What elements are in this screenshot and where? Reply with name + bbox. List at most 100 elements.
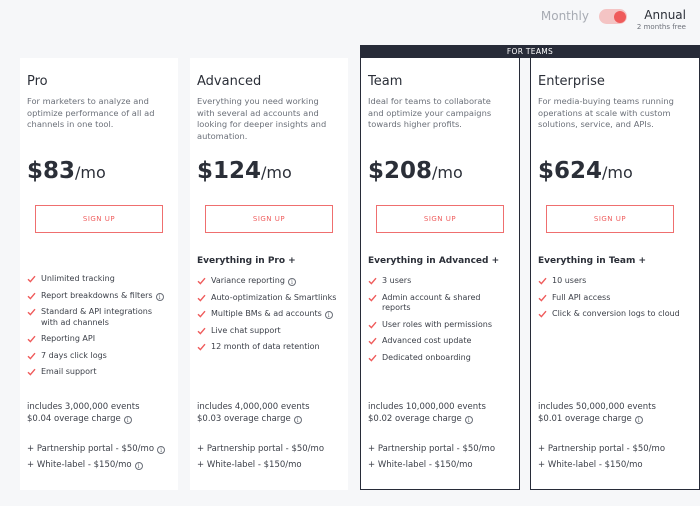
feature-label: 7 days click logs (41, 350, 107, 360)
included-events: includes 10,000,000 events (368, 402, 486, 412)
plan-card-enterprise: Enterprise For media-buying teams running… (530, 58, 700, 490)
plan-description: Ideal for teams to collaborate and optim… (368, 96, 492, 129)
feature-text: Unlimited tracking (41, 274, 115, 285)
feature-item: 10 users (538, 276, 691, 287)
annual-label[interactable]: Annual (644, 8, 686, 22)
overage-charge: $0.02 overage charge i (368, 413, 486, 425)
feature-label: 10 users (552, 276, 587, 285)
events-block: includes 4,000,000 events $0.03 overage … (197, 401, 310, 425)
info-icon[interactable]: i (134, 462, 143, 470)
plan-includes-heading: Everything in Advanced + (368, 256, 500, 266)
feature-text: Full API access (552, 293, 610, 304)
sign-up-button[interactable]: SIGN UP (35, 205, 163, 233)
info-icon[interactable]: i (123, 416, 132, 424)
addons-list: + Partnership portal - $50/mo + White-lab… (197, 444, 324, 476)
annual-discount-note: 2 months free (636, 23, 686, 31)
plan-name: Team (368, 74, 403, 89)
addon-item: + White-label - $150/mo (368, 460, 495, 470)
feature-item: 3 users (368, 276, 511, 287)
info-icon[interactable]: i (155, 292, 164, 301)
check-icon (27, 291, 41, 300)
plan-price: $208/mo (368, 158, 463, 184)
plan-description: For media-buying teams running operation… (538, 96, 674, 129)
addon-text: + Partnership portal - $50/mo (197, 444, 325, 454)
feature-text: Email support (41, 367, 96, 378)
sign-up-button[interactable]: SIGN UP (546, 205, 674, 233)
feature-text: Report breakdowns & filters i (41, 291, 164, 302)
addon-text: + Partnership portal - $50/mo (368, 444, 496, 454)
feature-label: Reporting API (41, 334, 96, 343)
feature-item: Admin account & shared reports (368, 293, 511, 314)
price-amount: $83 (27, 158, 76, 184)
feature-text: Admin account & shared reports (382, 293, 511, 314)
plan-name: Pro (27, 74, 48, 89)
overage-text: $0.04 overage charge (27, 414, 121, 424)
check-icon (197, 309, 211, 318)
addon-text: + Partnership portal - $50/mo (538, 444, 666, 454)
feature-text: Dedicated onboarding (382, 353, 471, 364)
feature-item: Report breakdowns & filters i (27, 291, 170, 302)
sign-up-button[interactable]: SIGN UP (376, 205, 504, 233)
check-icon (538, 309, 552, 318)
overage-text: $0.03 overage charge (197, 414, 291, 424)
price-period: /mo (75, 163, 106, 182)
sign-up-button[interactable]: SIGN UP (205, 205, 333, 233)
price-period: /mo (261, 163, 292, 182)
check-icon (368, 353, 382, 362)
info-icon[interactable]: i (157, 446, 166, 454)
addon-text: + White-label - $150/mo (368, 460, 473, 470)
addons-list: + Partnership portal - $50/mo + White-lab… (368, 444, 495, 476)
plan-card-team: Team Ideal for teams to collaborate and o… (360, 58, 520, 490)
monthly-label[interactable]: Monthly (541, 9, 589, 23)
check-icon (27, 307, 41, 316)
billing-period-toggle[interactable] (598, 9, 627, 24)
check-icon (538, 293, 552, 302)
overage-charge: $0.04 overage charge i (27, 413, 140, 425)
plan-name: Advanced (197, 74, 262, 89)
feature-label: Unlimited tracking (41, 274, 115, 283)
overage-text: $0.02 overage charge (368, 414, 462, 424)
feature-label: Email support (41, 367, 97, 376)
feature-text: Multiple BMs & ad accounts i (211, 309, 333, 320)
feature-text: User roles with permissions (382, 320, 492, 331)
addons-list: + Partnership portal - $50/mo + White-lab… (538, 444, 665, 476)
feature-label: Multiple BMs & ad accounts (211, 309, 322, 318)
addon-item: + White-label - $150/mo (197, 460, 324, 470)
feature-label: 12 month of data retention (211, 342, 320, 351)
events-block: includes 50,000,000 events $0.01 overage… (538, 401, 656, 425)
info-icon[interactable]: i (324, 311, 333, 319)
feature-label: Standard & API integrations with ad chan… (41, 307, 153, 327)
for-teams-banner: FOR TEAMS (360, 45, 700, 58)
feature-label: User roles with permissions (382, 319, 493, 329)
annual-option[interactable]: Annual 2 months free (637, 6, 686, 31)
feature-label: Report breakdowns & filters (41, 290, 153, 300)
price-amount: $624 (538, 158, 603, 184)
feature-item: 12 month of data retention (197, 342, 340, 353)
feature-list: Variance reporting i Auto-optimization & … (197, 276, 340, 359)
plan-price: $624/mo (538, 158, 633, 184)
check-icon (27, 351, 41, 360)
price-amount: $208 (368, 158, 433, 184)
info-icon[interactable]: i (287, 278, 296, 286)
overage-charge: $0.01 overage charge i (538, 413, 656, 425)
info-icon[interactable]: i (464, 416, 473, 424)
info-icon[interactable]: i (293, 416, 302, 424)
overage-charge: $0.03 overage charge i (197, 413, 310, 425)
feature-item: Email support (27, 367, 170, 378)
plan-card-pro: Pro For marketers to analyze and optimize… (20, 58, 178, 490)
addon-item: + Partnership portal - $50/mo (197, 444, 324, 454)
check-icon (368, 276, 382, 285)
plan-price: $124/mo (197, 158, 292, 184)
addon-text: + Partnership portal - $50/mo (27, 444, 155, 454)
feature-text: Click & conversion logs to cloud (552, 309, 680, 320)
addon-text: + White-label - $150/mo (538, 460, 643, 470)
check-icon (197, 276, 211, 285)
overage-text: $0.01 overage charge (538, 414, 632, 424)
plan-description: Everything you need working with several… (197, 96, 327, 141)
feature-item: Auto-optimization & Smartlinks (197, 293, 340, 304)
check-icon (27, 274, 41, 283)
feature-item: Reporting API (27, 334, 170, 345)
info-icon[interactable]: i (634, 416, 643, 424)
addons-list: + Partnership portal - $50/mo i + White-la… (27, 444, 166, 476)
feature-item: Full API access (538, 293, 691, 304)
